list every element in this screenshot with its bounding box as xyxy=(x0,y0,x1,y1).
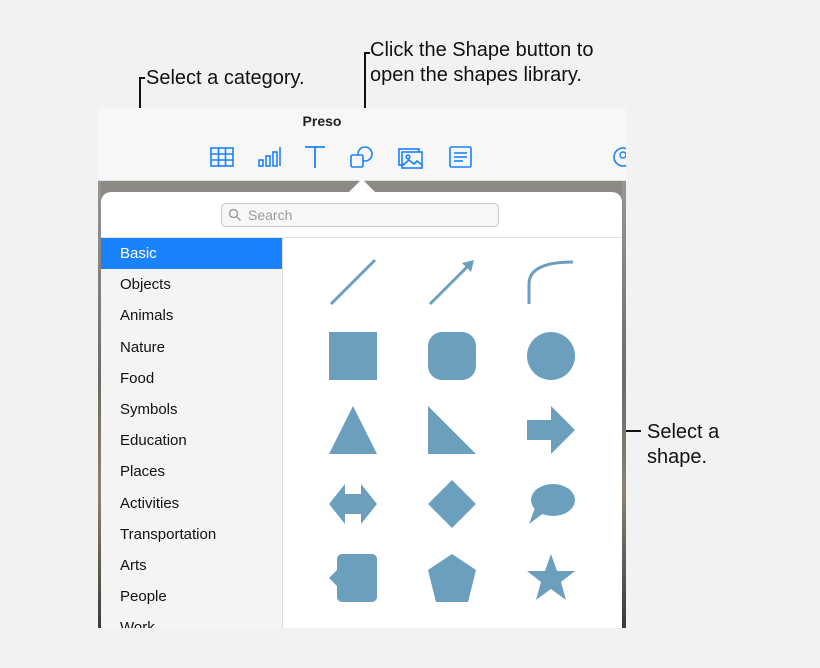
shape-square[interactable] xyxy=(325,328,381,384)
shape-button-callout: Click the Shape button to open the shape… xyxy=(370,39,594,86)
shape-arrow-line[interactable] xyxy=(424,254,480,310)
toolbar: Preso xyxy=(98,108,626,181)
chart-icon[interactable] xyxy=(256,143,284,171)
shape-icon[interactable] xyxy=(348,143,376,171)
media-icon[interactable] xyxy=(396,143,424,171)
category-item-places[interactable]: Places xyxy=(101,456,282,487)
comment-icon[interactable] xyxy=(446,143,474,171)
backdrop-right xyxy=(622,180,626,628)
shape-grid xyxy=(283,238,622,628)
shape-diamond[interactable] xyxy=(424,476,480,532)
app-window: Preso Search Basic Objects Animals Natur… xyxy=(98,108,626,628)
shape-star[interactable] xyxy=(523,550,579,606)
category-list: Basic Objects Animals Nature Food Symbols Educ… xyxy=(101,238,283,628)
popover-caret xyxy=(348,179,376,193)
shape-pentagon[interactable] xyxy=(424,550,480,606)
shape-triangle[interactable] xyxy=(325,402,381,458)
category-item-work[interactable]: Work xyxy=(101,612,282,628)
category-item-activities[interactable]: Activities xyxy=(101,488,282,519)
category-item-animals[interactable]: Animals xyxy=(101,300,282,331)
collaborate-icon[interactable] xyxy=(612,146,626,168)
category-item-people[interactable]: People xyxy=(101,581,282,612)
category-item-food[interactable]: Food xyxy=(101,363,282,394)
shape-arrow[interactable] xyxy=(523,402,579,458)
category-callout: Select a category. xyxy=(146,67,305,89)
search-placeholder: Search xyxy=(248,207,293,223)
category-item-objects[interactable]: Objects xyxy=(101,269,282,300)
category-item-education[interactable]: Education xyxy=(101,425,282,456)
table-icon[interactable] xyxy=(208,143,236,171)
shape-callout-square[interactable] xyxy=(325,550,381,606)
shapes-library-popover: Search Basic Objects Animals Nature Food Symb… xyxy=(101,192,622,628)
shape-double-arrow[interactable] xyxy=(325,476,381,532)
shape-callout: Select a shape. xyxy=(647,421,720,468)
category-item-arts[interactable]: Arts xyxy=(101,550,282,581)
shape-right-triangle[interactable] xyxy=(424,402,480,458)
category-item-transportation[interactable]: Transportation xyxy=(101,519,282,550)
text-icon[interactable] xyxy=(301,143,329,171)
search-field[interactable]: Search xyxy=(221,203,499,227)
shape-circle[interactable] xyxy=(523,328,579,384)
category-item-basic[interactable]: Basic xyxy=(101,238,282,269)
document-title: Preso xyxy=(302,113,342,129)
search-icon xyxy=(228,208,241,221)
shape-line[interactable] xyxy=(325,254,381,310)
shape-curve[interactable] xyxy=(523,254,579,310)
category-item-symbols[interactable]: Symbols xyxy=(101,394,282,425)
shape-speech-bubble[interactable] xyxy=(523,476,579,532)
shape-rounded-square[interactable] xyxy=(424,328,480,384)
category-item-nature[interactable]: Nature xyxy=(101,332,282,363)
